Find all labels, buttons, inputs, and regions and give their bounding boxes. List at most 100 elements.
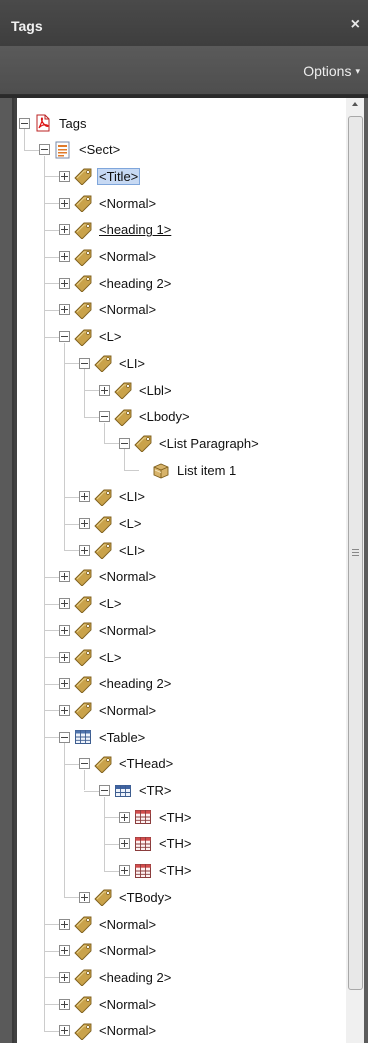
tree-item-label: <Normal> xyxy=(99,569,157,585)
tag-icon xyxy=(74,301,92,319)
tree-connector xyxy=(64,363,79,365)
expand-icon[interactable] xyxy=(79,491,90,503)
tree-row[interactable]: <TH> xyxy=(119,858,194,884)
expand-icon[interactable] xyxy=(59,678,70,690)
tree-row[interactable]: <LI> xyxy=(79,537,147,563)
vertical-scrollbar[interactable] xyxy=(346,98,364,1043)
tree-connector xyxy=(84,790,99,792)
tree-row[interactable]: <Normal> xyxy=(59,991,158,1017)
tree-row[interactable]: <Title> xyxy=(59,163,141,189)
expand-icon[interactable] xyxy=(79,891,90,903)
tree-row[interactable]: <Normal> xyxy=(59,938,158,964)
tree-row[interactable]: <Lbl> xyxy=(99,377,174,403)
expand-icon[interactable] xyxy=(59,197,70,209)
expand-icon[interactable] xyxy=(59,224,70,236)
tags-panel: Tags × Options ▾ Tags <Sect> <Title> <Normal… xyxy=(0,0,368,1043)
collapse-icon[interactable] xyxy=(79,758,90,770)
collapse-icon[interactable] xyxy=(99,411,110,423)
tree-row[interactable]: <Normal> xyxy=(59,244,158,270)
tree-row[interactable]: <Normal> xyxy=(59,297,158,323)
tree-connector xyxy=(24,149,39,151)
tree-row[interactable]: <heading 2> xyxy=(59,671,173,697)
collapse-icon[interactable] xyxy=(19,117,30,129)
expand-icon[interactable] xyxy=(119,838,130,850)
close-icon[interactable]: × xyxy=(351,16,360,34)
expand-icon[interactable] xyxy=(59,704,70,716)
tree-row[interactable]: <heading 2> xyxy=(59,270,173,296)
expand-icon[interactable] xyxy=(59,945,70,957)
expand-icon[interactable] xyxy=(79,518,90,529)
expand-icon[interactable] xyxy=(59,251,70,262)
tree-item-label: <Normal> xyxy=(99,195,157,211)
tree-row[interactable]: <L> xyxy=(59,324,123,350)
tree-item-label: <L> xyxy=(99,649,122,665)
tree-row[interactable]: <Normal> xyxy=(59,617,158,643)
expand-icon[interactable] xyxy=(59,624,70,636)
tree-row[interactable]: <THead> xyxy=(79,751,175,777)
expand-icon[interactable] xyxy=(119,811,130,823)
tree-row[interactable]: <TBody> xyxy=(79,884,174,910)
tree-row[interactable]: List item 1 xyxy=(139,457,238,483)
tree-row[interactable]: <heading 2> xyxy=(59,964,173,990)
tree-row[interactable]: <Table> xyxy=(59,724,147,750)
expand-icon[interactable] xyxy=(59,277,70,289)
tree-connector xyxy=(44,283,59,285)
options-menu-button[interactable]: Options ▾ xyxy=(303,63,360,79)
expand-icon[interactable] xyxy=(59,571,70,583)
collapse-icon[interactable] xyxy=(39,144,50,156)
tree-row[interactable]: <TH> xyxy=(119,831,194,857)
tree-row[interactable]: Tags xyxy=(19,110,88,136)
expand-icon[interactable] xyxy=(59,971,70,983)
tag-icon xyxy=(74,915,92,933)
expand-icon[interactable] xyxy=(119,865,130,877)
tree-row[interactable]: <TH> xyxy=(119,804,194,830)
tag-icon xyxy=(74,701,92,720)
expand-icon[interactable] xyxy=(59,1025,70,1037)
tag-icon xyxy=(134,434,152,453)
tree-row[interactable]: <L> xyxy=(59,644,123,670)
scrollbar-thumb[interactable] xyxy=(348,116,363,990)
tag-icon xyxy=(74,995,92,1014)
collapse-icon[interactable] xyxy=(59,731,70,743)
expand-icon[interactable] xyxy=(59,651,70,663)
tree-item-label: <Sect> xyxy=(79,142,121,158)
tree-connector xyxy=(104,796,105,871)
tree-item-label: <L> xyxy=(99,329,122,345)
tree-row[interactable]: <Normal> xyxy=(59,697,158,723)
expand-icon[interactable] xyxy=(59,598,70,610)
tree-row[interactable]: <Normal> xyxy=(59,911,158,937)
tree-connector xyxy=(84,390,99,391)
tag-icon xyxy=(94,488,112,506)
tree-row[interactable]: <heading 1> xyxy=(59,217,173,243)
tree-row[interactable]: <Normal> xyxy=(59,190,158,216)
tag-tree[interactable]: Tags <Sect> <Title> <Normal> <heading 1> <Nor… xyxy=(17,98,368,1043)
tree-row[interactable]: <L> xyxy=(79,511,143,537)
collapse-icon[interactable] xyxy=(79,357,90,369)
tree-row[interactable]: <Lbody> xyxy=(99,404,192,430)
tree-row[interactable]: <List Paragraph> xyxy=(119,430,261,456)
expand-icon[interactable] xyxy=(99,384,110,396)
tree-row[interactable]: <LI> xyxy=(79,484,147,510)
expand-icon[interactable] xyxy=(59,918,70,930)
tree-row[interactable]: <LI> xyxy=(79,350,147,376)
collapse-icon[interactable] xyxy=(119,437,130,449)
expand-icon[interactable] xyxy=(59,304,70,316)
tree-row[interactable]: <TR> xyxy=(99,778,174,804)
tree-connector xyxy=(44,1030,59,1032)
tag-icon xyxy=(74,675,92,693)
left-gutter xyxy=(0,98,14,1043)
tree-row[interactable]: <Normal> xyxy=(59,1018,158,1043)
tree-row[interactable]: <Sect> xyxy=(39,137,122,163)
expand-icon[interactable] xyxy=(59,998,70,1010)
tree-row[interactable]: <L> xyxy=(59,591,123,617)
collapse-icon[interactable] xyxy=(99,785,110,796)
expand-icon[interactable] xyxy=(79,544,90,556)
expand-icon[interactable] xyxy=(59,170,70,182)
tree-item-label: <TH> xyxy=(159,809,192,825)
tree-item-label: <Lbody> xyxy=(139,409,190,425)
tree-row[interactable]: <Normal> xyxy=(59,564,158,590)
tree-item-label: <TH> xyxy=(159,863,192,879)
scroll-up-arrow-icon[interactable] xyxy=(352,102,358,106)
table-cell-icon xyxy=(134,862,152,880)
collapse-icon[interactable] xyxy=(59,331,70,343)
